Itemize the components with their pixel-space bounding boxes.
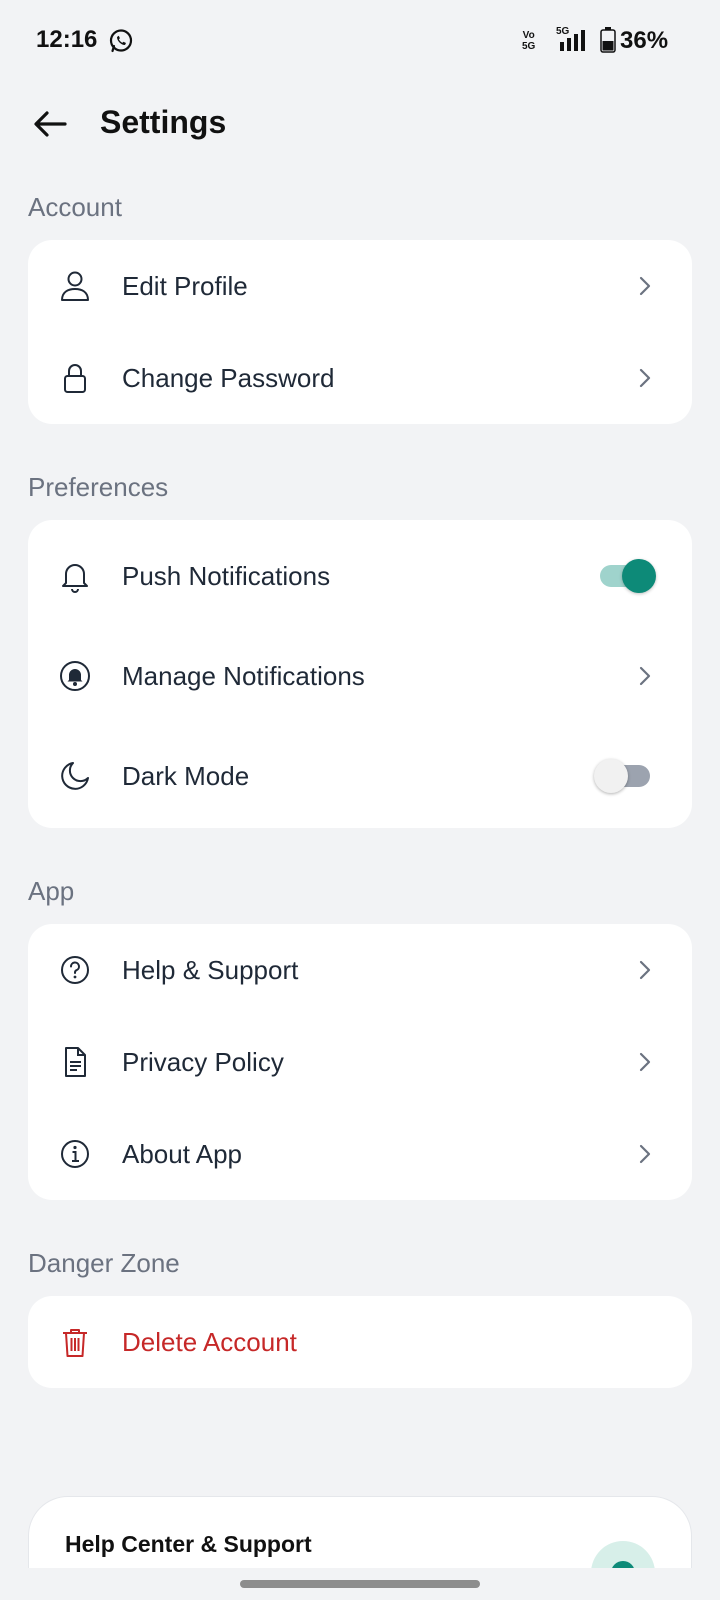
document-icon	[58, 1045, 92, 1079]
app-card: Help & Support Privacy Policy About App	[28, 924, 692, 1200]
signal-icon	[560, 30, 585, 51]
dark-mode-row: Dark Mode	[28, 726, 692, 826]
change-password-row[interactable]: Change Password	[28, 332, 692, 424]
back-button[interactable]	[28, 102, 72, 146]
section-title-danger-zone: Danger Zone	[28, 1248, 180, 1278]
chevron-right-icon	[639, 368, 651, 388]
chevron-right-icon	[639, 1144, 651, 1164]
account-card: Edit Profile Change Password	[28, 240, 692, 424]
privacy-policy-row[interactable]: Privacy Policy	[28, 1016, 692, 1108]
edit-profile-label: Edit Profile	[122, 270, 248, 301]
bell-icon	[58, 559, 92, 593]
push-notifications-label: Push Notifications	[122, 560, 331, 591]
toggle-knob	[594, 759, 628, 793]
section-title-account: Account	[28, 192, 122, 222]
whatsapp-icon	[109, 29, 133, 53]
help-support-row[interactable]: Help & Support	[28, 924, 692, 1016]
dark-mode-label: Dark Mode	[122, 760, 250, 791]
user-icon	[58, 269, 92, 303]
push-notifications-row: Push Notifications	[28, 526, 692, 626]
battery-percent: 36%	[620, 27, 669, 54]
help-center-title: Help Center & Support	[65, 1531, 312, 1557]
manage-notifications-label: Manage Notifications	[122, 660, 365, 691]
lock-icon	[58, 361, 92, 395]
about-app-row[interactable]: About App	[28, 1108, 692, 1200]
privacy-policy-label: Privacy Policy	[122, 1046, 284, 1077]
toggle-knob	[622, 559, 656, 593]
chevron-right-icon	[639, 960, 651, 980]
battery-icon	[600, 27, 616, 53]
manage-notifications-row[interactable]: Manage Notifications	[28, 626, 692, 726]
section-title-preferences: Preferences	[28, 472, 169, 502]
section-title-app: App	[28, 876, 75, 906]
arrow-left-icon	[34, 111, 67, 137]
delete-account-row[interactable]: Delete Account	[28, 1296, 692, 1388]
bell-circle-icon	[58, 659, 92, 693]
info-icon	[58, 1137, 92, 1171]
push-notifications-toggle[interactable]	[594, 559, 656, 593]
preferences-card: Push Notifications Manage Notifications …	[28, 520, 692, 828]
moon-icon	[58, 759, 92, 793]
edit-profile-row[interactable]: Edit Profile	[28, 240, 692, 332]
status-bar: 12:16 Vo 5G 5G 36%	[0, 0, 720, 84]
about-app-label: About App	[122, 1138, 242, 1169]
danger-card: Delete Account	[28, 1296, 692, 1388]
dark-mode-toggle[interactable]	[594, 759, 656, 793]
chevron-right-icon	[639, 1052, 651, 1072]
status-time: 12:16	[36, 26, 98, 53]
change-password-label: Change Password	[122, 362, 335, 393]
page-title: Settings	[100, 104, 227, 140]
delete-account-label: Delete Account	[122, 1326, 297, 1357]
volte-indicator: Vo 5G	[522, 30, 536, 52]
trash-icon	[58, 1325, 92, 1359]
help-circle-icon	[58, 953, 92, 987]
chevron-right-icon	[639, 276, 651, 296]
chevron-right-icon	[639, 666, 651, 686]
help-support-label: Help & Support	[122, 954, 299, 985]
home-indicator[interactable]	[240, 1580, 480, 1588]
